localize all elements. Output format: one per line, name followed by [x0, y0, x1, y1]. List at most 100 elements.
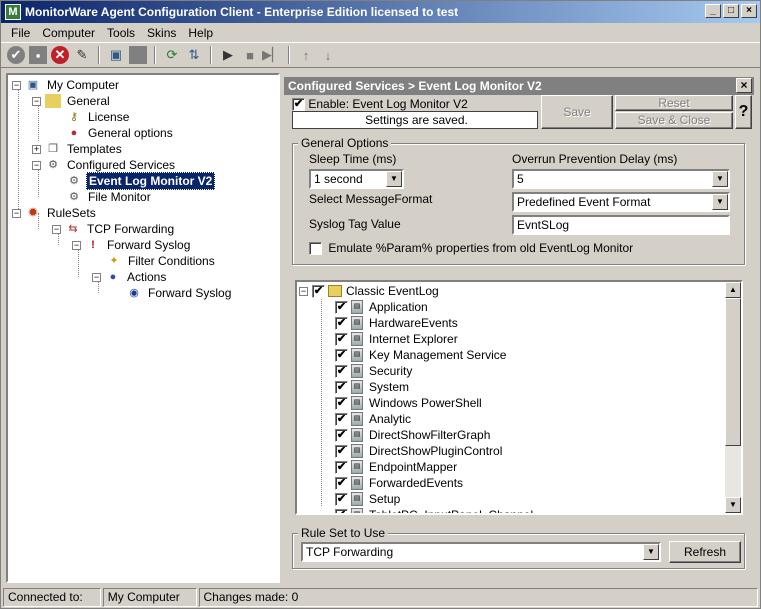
save-icon[interactable]: ▪: [29, 46, 47, 64]
eventlog-item[interactable]: ✔ ▤ Application: [335, 299, 428, 315]
tree-forward-syslog-action[interactable]: ◉ Forward Syslog: [126, 285, 233, 301]
tree-configured-services[interactable]: − ⚙ Configured Services: [32, 157, 177, 173]
overrun-delay-select[interactable]: 5 ▼: [512, 169, 730, 189]
expand-icon[interactable]: +: [32, 144, 41, 154]
item-checkbox[interactable]: ✔: [335, 460, 348, 474]
eventlog-item[interactable]: ✔ ▤ Security: [335, 363, 412, 379]
dropdown-arrow-icon[interactable]: ▼: [643, 544, 659, 560]
play-icon[interactable]: ▶: [219, 46, 237, 64]
dropdown-arrow-icon[interactable]: ▼: [712, 171, 728, 187]
scroll-down-icon[interactable]: ▼: [725, 497, 741, 513]
item-checkbox[interactable]: ✔: [335, 444, 348, 458]
minimize-button[interactable]: _: [705, 4, 721, 18]
refresh-icon[interactable]: ⟳: [163, 46, 181, 64]
refresh-button[interactable]: Refresh: [669, 541, 741, 563]
eventlog-item[interactable]: ✔ ▤ EndpointMapper: [335, 459, 457, 475]
item-checkbox[interactable]: ✔: [335, 364, 348, 378]
tree-general-options[interactable]: ● General options: [66, 125, 175, 141]
item-checkbox[interactable]: ✔: [335, 428, 348, 442]
eventlog-item[interactable]: ✔ ▤ DirectShowFilterGraph: [335, 427, 490, 443]
eventlog-item[interactable]: ✔ ▤ Key Management Service: [335, 347, 506, 363]
save-close-button[interactable]: Save & Close: [615, 112, 733, 129]
panel-close-button[interactable]: ×: [736, 78, 752, 93]
dropdown-arrow-icon[interactable]: ▼: [386, 171, 402, 187]
emulate-params-checkbox[interactable]: [309, 242, 322, 256]
item-checkbox[interactable]: ✔: [335, 492, 348, 506]
arrow-up-icon[interactable]: ↑: [297, 46, 315, 64]
eventlog-scrollbar[interactable]: ▲ ▼: [725, 282, 741, 513]
tree-file-monitor[interactable]: ⚙ File Monitor: [66, 189, 153, 205]
eventlog-item[interactable]: ✔ ▤ Analytic: [335, 411, 411, 427]
item-checkbox[interactable]: ✔: [335, 412, 348, 426]
tree-templates[interactable]: + ❐ Templates: [32, 141, 124, 157]
collapse-icon[interactable]: −: [12, 80, 21, 90]
collapse-icon[interactable]: −: [12, 208, 21, 218]
eventlog-item[interactable]: ✔ ▤ ForwardedEvents: [335, 475, 463, 491]
sleep-time-select[interactable]: 1 second ▼: [309, 169, 404, 189]
menu-file[interactable]: File: [5, 26, 36, 40]
tree-my-computer[interactable]: − ▣ My Computer: [12, 77, 121, 93]
collapse-icon[interactable]: −: [32, 160, 41, 170]
item-checkbox[interactable]: ✔: [335, 348, 348, 362]
menu-computer[interactable]: Computer: [36, 26, 101, 40]
maximize-button[interactable]: □: [723, 4, 739, 18]
eventlog-item[interactable]: ✔ ▤ DirectShowPluginControl: [335, 443, 502, 459]
eventlog-item[interactable]: ✔ ▤ System: [335, 379, 409, 395]
tree-tcp-forwarding[interactable]: − ⇆ TCP Forwarding: [52, 221, 176, 237]
config-tree[interactable]: − ▣ My Computer − General ⚷ License ● Ge…: [6, 73, 280, 583]
cancel-icon[interactable]: ✕: [51, 46, 69, 64]
stop-icon[interactable]: [129, 46, 147, 64]
collapse-icon[interactable]: −: [32, 96, 41, 106]
dropdown-arrow-icon[interactable]: ▼: [712, 194, 728, 210]
eventlog-root-checkbox[interactable]: ✔: [312, 284, 325, 298]
eventlog-item[interactable]: ✔ ▤ Windows PowerShell: [335, 395, 482, 411]
stop-square-icon[interactable]: ■: [241, 46, 259, 64]
tree-general[interactable]: − General: [32, 93, 112, 109]
close-button[interactable]: ×: [741, 4, 757, 18]
reset-button[interactable]: Reset: [615, 95, 733, 111]
item-checkbox[interactable]: ✔: [335, 300, 348, 314]
scroll-up-icon[interactable]: ▲: [725, 282, 741, 298]
menu-tools[interactable]: Tools: [101, 26, 141, 40]
collapse-icon[interactable]: −: [52, 224, 61, 234]
item-checkbox[interactable]: ✔: [335, 396, 348, 410]
item-checkbox[interactable]: ✔: [335, 332, 348, 346]
collapse-icon[interactable]: −: [92, 272, 101, 282]
eventlog-item[interactable]: ✔ ▤ Internet Explorer: [335, 331, 458, 347]
collapse-icon[interactable]: −: [72, 240, 81, 250]
eventlog-item[interactable]: ✔ ▤ HardwareEvents: [335, 315, 458, 331]
computer-icon[interactable]: ▣: [107, 46, 125, 64]
item-checkbox[interactable]: ✔: [335, 476, 348, 490]
item-checkbox[interactable]: ✔: [335, 380, 348, 394]
check-icon[interactable]: ✔: [7, 46, 25, 64]
tree-event-log-monitor[interactable]: ⚙ Event Log Monitor V2: [66, 172, 216, 190]
export-icon[interactable]: ⇅: [185, 46, 203, 64]
wand-icon[interactable]: ✎: [73, 46, 91, 64]
item-checkbox[interactable]: ✔: [335, 316, 348, 330]
eventlog-tree[interactable]: − ✔ Classic EventLog ✔ ▤ Application ✔ ▤ Har…: [295, 280, 743, 515]
arrow-down-icon[interactable]: ↓: [319, 46, 337, 64]
title-bar[interactable]: M MonitorWare Agent Configuration Client…: [1, 1, 760, 23]
scroll-thumb[interactable]: [725, 298, 741, 446]
tree-actions[interactable]: − ● Actions: [92, 269, 168, 285]
ruleset-title: Rule Set to Use: [298, 526, 389, 540]
menu-skins[interactable]: Skins: [141, 26, 182, 40]
item-checkbox[interactable]: ✔: [335, 508, 348, 513]
step-icon[interactable]: ▶▏: [262, 46, 282, 64]
tree-filter-conditions[interactable]: ✦ Filter Conditions: [106, 253, 217, 269]
tree-forward-syslog-rule[interactable]: − ! Forward Syslog: [72, 237, 192, 253]
enable-checkbox[interactable]: ✔: [292, 98, 305, 112]
collapse-icon[interactable]: −: [299, 286, 308, 296]
save-button[interactable]: Save: [541, 95, 613, 129]
tree-license[interactable]: ⚷ License: [66, 109, 131, 125]
window-title: MonitorWare Agent Configuration Client -…: [25, 5, 459, 19]
eventlog-item[interactable]: ✔ ▤ Setup: [335, 491, 400, 507]
help-button[interactable]: ?: [735, 95, 752, 129]
ruleset-select[interactable]: TCP Forwarding ▼: [301, 542, 661, 562]
eventlog-item[interactable]: ✔ ▤ TabletPC_InputPanel_Channel: [335, 507, 533, 513]
syslog-tag-input[interactable]: EvntSLog: [512, 215, 730, 235]
message-format-select[interactable]: Predefined Event Format ▼: [512, 192, 730, 212]
eventlog-root[interactable]: − ✔ Classic EventLog: [299, 283, 439, 299]
menu-help[interactable]: Help: [182, 26, 219, 40]
tree-rulesets[interactable]: − ✹ RuleSets: [12, 205, 98, 221]
